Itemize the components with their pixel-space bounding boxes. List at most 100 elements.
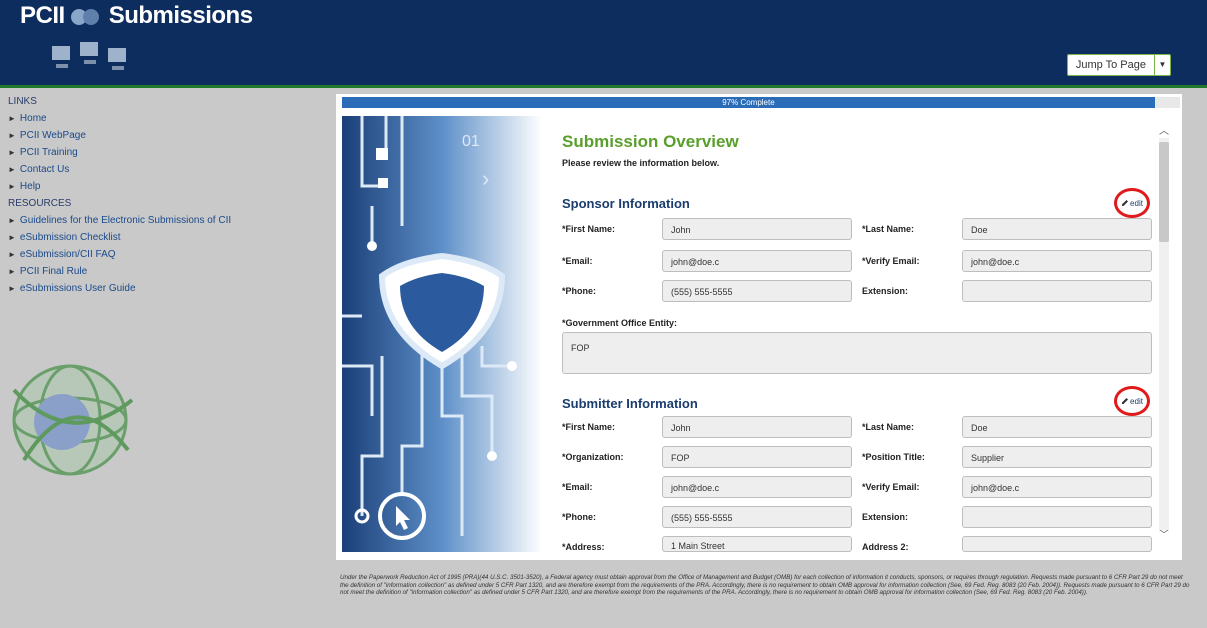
chevron-down-icon[interactable]: ▼ <box>1155 54 1171 76</box>
submitter-phone-label: *Phone: <box>562 512 597 522</box>
sidebar-link-pcii-webpage[interactable]: ► PCII WebPage <box>8 130 328 141</box>
sponsor-extension-field[interactable] <box>962 280 1152 302</box>
sidebar-link-guidelines[interactable]: ► Guidelines for the Electronic Submissio… <box>8 215 328 226</box>
arrow-right-icon: ► <box>8 216 16 225</box>
sponsor-last-name-field[interactable]: Doe <box>962 218 1152 240</box>
submitter-last-name-field[interactable]: Doe <box>962 416 1152 438</box>
sponsor-phone-field[interactable]: (555) 555-5555 <box>662 280 852 302</box>
main-panel: 97% Complete 01 › Submission Overview Pl… <box>336 94 1182 560</box>
cyber-shield-illustration: 01 › <box>342 116 542 552</box>
sponsor-last-name-label: *Last Name: <box>862 224 915 234</box>
sponsor-edit-button[interactable]: edit <box>1114 188 1150 218</box>
sidebar-link-label: Contact Us <box>19 164 70 175</box>
submitter-phone-field[interactable]: (555) 555-5555 <box>662 506 852 528</box>
submitter-position-label: *Position Title: <box>862 452 925 462</box>
sidebar-link-label: eSubmissions User Guide <box>19 283 136 294</box>
sidebar-link-help[interactable]: ► Help <box>8 181 328 192</box>
svg-text:›: › <box>482 166 489 191</box>
sidebar-link-label: Home <box>19 113 47 124</box>
jump-to-page-control: Jump To Page ▼ <box>1066 54 1171 76</box>
scrollbar-thumb[interactable] <box>1159 142 1169 242</box>
submitter-heading: Submitter Information <box>562 396 698 411</box>
submitter-address2-field[interactable] <box>962 536 1152 552</box>
sidebar-link-faq[interactable]: ► eSubmission/CII FAQ <box>8 249 328 260</box>
sponsor-heading: Sponsor Information <box>562 196 690 211</box>
submitter-edit-link: edit <box>1121 397 1143 406</box>
submitter-address2-label: Address 2: <box>862 542 909 552</box>
sidebar-link-label: PCII Training <box>19 147 78 158</box>
sponsor-verify-email-label: *Verify Email: <box>862 256 920 266</box>
arrow-right-icon: ► <box>8 233 16 242</box>
logo-computers-icon <box>52 42 126 70</box>
submitter-last-name-label: *Last Name: <box>862 422 915 432</box>
submitter-verify-email-field[interactable]: john@doe.c <box>962 476 1152 498</box>
arrow-right-icon: ► <box>8 131 16 140</box>
arrow-right-icon: ► <box>8 114 16 123</box>
logo-suffix: Submissions <box>108 2 253 29</box>
links-heading: LINKS <box>8 96 37 107</box>
gov-entity-label: *Government Office Entity: <box>562 318 678 328</box>
sponsor-first-name-field[interactable]: John <box>662 218 852 240</box>
resources-heading: RESOURCES <box>8 198 72 209</box>
sidebar-link-final-rule[interactable]: ► PCII Final Rule <box>8 266 328 277</box>
sidebar-link-label: Guidelines for the Electronic Submission… <box>19 215 232 226</box>
sidebar-link-user-guide[interactable]: ► eSubmissions User Guide <box>8 283 328 294</box>
sidebar-link-label: eSubmission Checklist <box>19 232 121 243</box>
gov-entity-field[interactable]: FOP <box>562 332 1152 374</box>
arrow-right-icon: ► <box>8 267 16 276</box>
submitter-email-field[interactable]: john@doe.c <box>662 476 852 498</box>
arrow-right-icon: ► <box>8 182 16 191</box>
scrollbar-track[interactable] <box>1159 138 1169 530</box>
submitter-org-field[interactable]: FOP <box>662 446 852 468</box>
submitter-email-label: *Email: <box>562 482 593 492</box>
sponsor-email-field[interactable]: john@doe.c <box>662 250 852 272</box>
page-subtitle: Please review the information below. <box>562 158 720 168</box>
sidebar-link-pcii-training[interactable]: ► PCII Training <box>8 147 328 158</box>
sidebar-link-label: Help <box>19 181 41 192</box>
app-header: PCII Submissions Jump To Page ▼ <box>0 0 1207 88</box>
chevron-up-icon[interactable]: ︿ <box>1158 126 1170 138</box>
submitter-address-label: *Address: <box>562 542 605 552</box>
app-logo[interactable]: PCII Submissions <box>20 2 253 30</box>
submitter-extension-field[interactable] <box>962 506 1152 528</box>
submitter-first-name-field[interactable]: John <box>662 416 852 438</box>
overview-content: Submission Overview Please review the in… <box>562 132 1154 552</box>
chevron-down-icon[interactable]: ﹀ <box>1158 530 1170 542</box>
edit-label: edit <box>1130 198 1143 208</box>
submitter-extension-label: Extension: <box>862 512 909 522</box>
progress-bar: 97% Complete <box>342 97 1180 108</box>
content-scrollbar[interactable]: ︿ ﹀ <box>1158 126 1170 546</box>
pencil-icon <box>1122 398 1129 404</box>
sidebar: LINKS ► Home ► PCII WebPage ► PCII Training… <box>8 96 328 300</box>
sidebar-link-home[interactable]: ► Home <box>8 113 328 124</box>
sponsor-phone-label: *Phone: <box>562 286 597 296</box>
submitter-address-field[interactable]: 1 Main Street <box>662 536 852 552</box>
sidebar-link-checklist[interactable]: ► eSubmission Checklist <box>8 232 328 243</box>
submitter-org-label: *Organization: <box>562 452 624 462</box>
submitter-position-field[interactable]: Supplier <box>962 446 1152 468</box>
edit-label: edit <box>1130 396 1143 406</box>
sidebar-link-label: PCII WebPage <box>19 130 86 141</box>
sponsor-verify-email-field[interactable]: john@doe.c <box>962 250 1152 272</box>
page-title: Submission Overview <box>562 132 739 151</box>
progress-fill: 97% Complete <box>342 97 1155 108</box>
sponsor-first-name-label: *First Name: <box>562 224 616 234</box>
sidebar-link-label: PCII Final Rule <box>19 266 88 277</box>
jump-to-page-button[interactable]: Jump To Page <box>1066 54 1155 76</box>
sidebar-link-contact-us[interactable]: ► Contact Us <box>8 164 328 175</box>
globe-icon <box>12 364 134 476</box>
sponsor-extension-label: Extension: <box>862 286 909 296</box>
arrow-right-icon: ► <box>8 284 16 293</box>
sponsor-email-label: *Email: <box>562 256 593 266</box>
sidebar-link-label: eSubmission/CII FAQ <box>19 249 116 260</box>
submitter-edit-button[interactable]: edit <box>1114 386 1150 416</box>
submitter-verify-email-label: *Verify Email: <box>862 482 920 492</box>
svg-text:01: 01 <box>462 133 480 150</box>
pencil-icon <box>1122 200 1129 206</box>
arrow-right-icon: ► <box>8 148 16 157</box>
logo-prefix: PCII <box>20 2 65 29</box>
submitter-first-name-label: *First Name: <box>562 422 616 432</box>
arrow-right-icon: ► <box>8 165 16 174</box>
logo-emblem-icon <box>70 8 99 25</box>
pra-footnote: Under the Paperwork Reduction Act of 199… <box>340 574 1190 597</box>
